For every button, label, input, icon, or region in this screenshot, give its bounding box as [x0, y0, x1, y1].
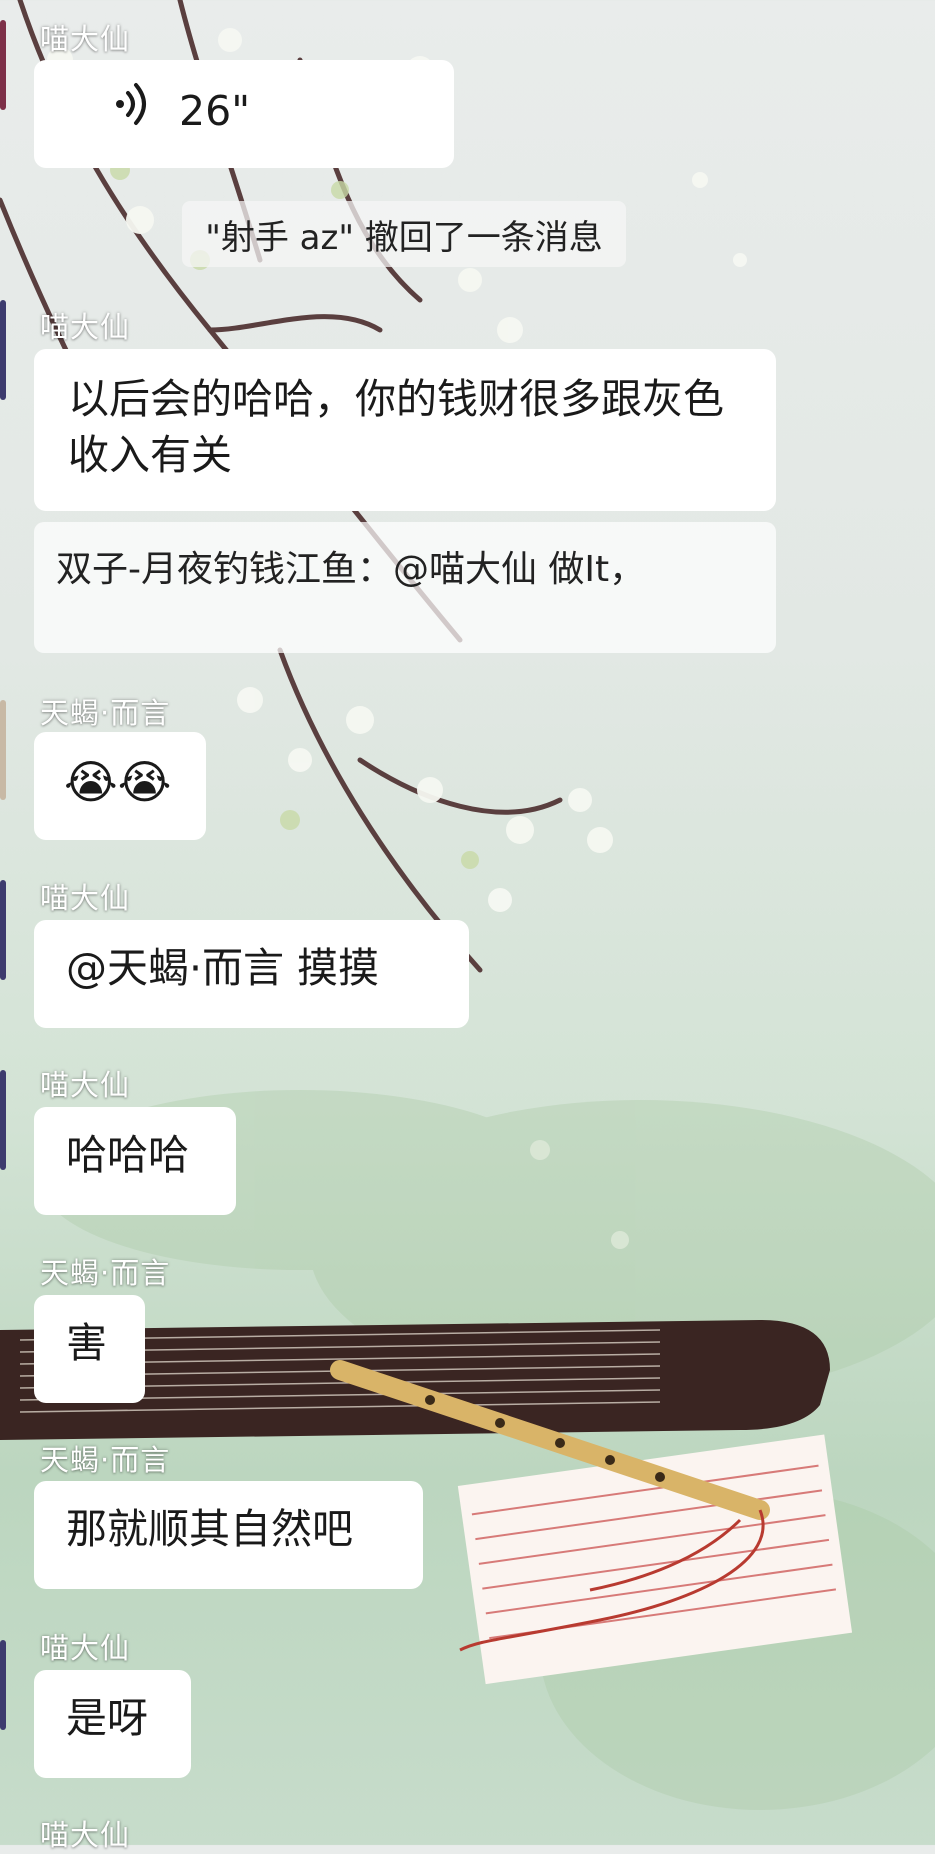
message-text: @天蝎·而言 摸摸	[66, 944, 380, 992]
sender-name: 喵大仙	[40, 881, 131, 915]
text-message-bubble[interactable]: 那就顺其自然吧	[34, 1481, 423, 1589]
sender-name: 喵大仙	[40, 1631, 131, 1665]
avatar[interactable]	[0, 20, 6, 110]
emoji-message-bubble[interactable]: 😭😭	[34, 732, 206, 840]
sender-name: 喵大仙	[40, 1818, 131, 1852]
sender-name: 喵大仙	[40, 310, 131, 344]
system-notice: "射手 az" 撤回了一条消息	[182, 201, 626, 267]
voice-wave-icon	[112, 81, 152, 141]
quote-text: 双子-月夜钓钱江鱼：@喵大仙 做It，	[56, 549, 646, 590]
avatar[interactable]	[0, 1070, 6, 1170]
avatar[interactable]	[0, 880, 6, 980]
voice-duration: 26"	[179, 87, 251, 135]
sender-name: 天蝎·而言	[40, 1256, 171, 1290]
avatar[interactable]	[0, 700, 6, 800]
message-text: 哈哈哈	[66, 1131, 189, 1179]
message-text: 是呀	[66, 1694, 148, 1742]
text-message-bubble[interactable]: 害	[34, 1295, 145, 1403]
sender-name: 喵大仙	[40, 1068, 131, 1102]
avatar[interactable]	[0, 300, 6, 400]
sender-name: 天蝎·而言	[40, 696, 171, 730]
message-text: 那就顺其自然吧	[66, 1505, 353, 1553]
message-text: 以后会的哈哈，你的钱财很多跟灰色收入有关	[68, 375, 724, 479]
text-message-bubble[interactable]: 是呀	[34, 1670, 191, 1778]
text-message-bubble[interactable]: @天蝎·而言 摸摸	[34, 920, 469, 1028]
sender-name: 天蝎·而言	[40, 1443, 171, 1477]
quoted-reply[interactable]: 双子-月夜钓钱江鱼：@喵大仙 做It，	[34, 522, 776, 653]
message-text: 😭😭	[64, 755, 172, 809]
text-message-bubble[interactable]: 哈哈哈	[34, 1107, 236, 1215]
avatar[interactable]	[0, 1640, 6, 1730]
voice-message-bubble[interactable]: 26"	[34, 60, 454, 168]
sender-name: 喵大仙	[40, 22, 131, 56]
message-text: 害	[66, 1319, 107, 1367]
chat-list: 喵大仙 26" "射手 az" 撤回了一条消息 喵大仙 以后会的哈哈，你的钱财很…	[0, 0, 935, 1852]
text-message-bubble[interactable]: 以后会的哈哈，你的钱财很多跟灰色收入有关	[34, 349, 776, 511]
